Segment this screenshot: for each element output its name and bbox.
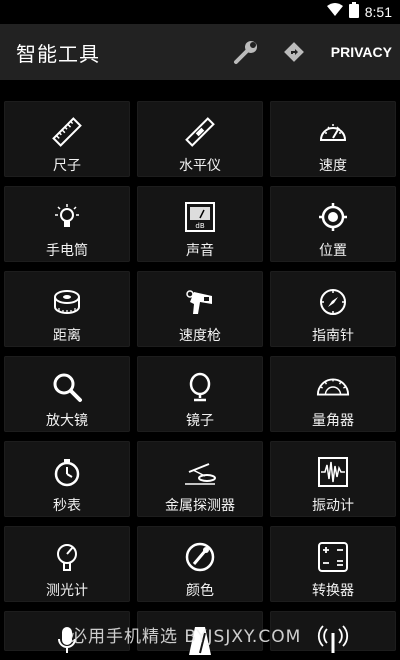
light-meter-icon (50, 540, 84, 574)
tool-label: 速度枪 (179, 328, 221, 344)
watermark-text: 必用手机精选 BYJSJXY.COM (70, 627, 302, 647)
tool-metal-detector[interactable]: 金属探测器 (137, 441, 263, 517)
appbar-actions: PRIVACY (231, 37, 400, 67)
wifi-icon (326, 3, 343, 21)
battery-icon (348, 2, 359, 22)
converter-icon (316, 540, 350, 574)
navigate-icon[interactable] (279, 37, 309, 67)
stopwatch-icon (50, 455, 84, 489)
tool-label: 水平仪 (179, 158, 221, 174)
tool-label: 手电筒 (46, 243, 88, 259)
tool-label: 金属探测器 (165, 498, 235, 514)
speedometer-icon (316, 115, 350, 149)
flashlight-icon (50, 200, 84, 234)
ruler-icon (50, 115, 84, 149)
tool-label: 放大镜 (46, 413, 88, 429)
tool-label: 振动计 (312, 498, 354, 514)
tool-magnifier[interactable]: 放大镜 (4, 356, 130, 432)
signal-icon (316, 625, 350, 655)
status-time: 8:51 (364, 4, 392, 20)
color-picker-icon (183, 540, 217, 574)
tool-color[interactable]: 颜色 (137, 526, 263, 602)
svg-text:dB: dB (195, 222, 204, 230)
tool-vibrometer[interactable]: 振动计 (270, 441, 396, 517)
metal-detector-icon (183, 455, 217, 489)
vibrometer-icon (316, 455, 350, 489)
tool-label: 秒表 (53, 498, 81, 514)
app-bar: 智能工具 PRIVACY (0, 24, 400, 80)
tool-stopwatch[interactable]: 秒表 (4, 441, 130, 517)
tool-label: 测光计 (46, 583, 88, 599)
tool-label: 量角器 (312, 413, 354, 429)
tool-label: 距离 (53, 328, 81, 344)
tool-ruler[interactable]: 尺子 (4, 101, 130, 177)
tool-label: 指南针 (312, 328, 354, 344)
protractor-icon (316, 370, 350, 404)
tape-measure-icon (50, 285, 84, 319)
level-icon (183, 115, 217, 149)
tool-compass[interactable]: 指南针 (270, 271, 396, 347)
tool-location[interactable]: 位置 (270, 186, 396, 262)
tool-label: 位置 (319, 243, 347, 259)
tool-label: 转换器 (312, 583, 354, 599)
speed-gun-icon (183, 285, 217, 319)
status-bar: 8:51 (0, 0, 400, 24)
tool-label: 声音 (186, 243, 214, 259)
mirror-icon (183, 370, 217, 404)
wrench-icon[interactable] (231, 37, 261, 67)
tool-distance[interactable]: 距离 (4, 271, 130, 347)
magnifier-icon (50, 370, 84, 404)
tool-converter[interactable]: 转换器 (270, 526, 396, 602)
tool-label: 颜色 (186, 583, 214, 599)
tools-grid: 尺子 水平仪 速度 手电筒 dB 声音 位置 距离 速度枪 指南针 放大镜 镜子… (4, 101, 396, 655)
tool-label: 速度 (319, 158, 347, 174)
tool-speed-gun[interactable]: 速度枪 (137, 271, 263, 347)
location-icon (316, 200, 350, 234)
tool-label: 尺子 (53, 158, 81, 174)
tool-level[interactable]: 水平仪 (137, 101, 263, 177)
tool-speed[interactable]: 速度 (270, 101, 396, 177)
tool-flashlight[interactable]: 手电筒 (4, 186, 130, 262)
compass-icon (316, 285, 350, 319)
tool-mirror[interactable]: 镜子 (137, 356, 263, 432)
tool-protractor[interactable]: 量角器 (270, 356, 396, 432)
privacy-button[interactable]: PRIVACY (331, 44, 392, 60)
tool-light-meter[interactable]: 测光计 (4, 526, 130, 602)
tool-sound[interactable]: dB 声音 (137, 186, 263, 262)
page-title: 智能工具 (16, 41, 100, 66)
tool-label: 镜子 (186, 413, 214, 429)
sound-meter-icon: dB (183, 200, 217, 234)
